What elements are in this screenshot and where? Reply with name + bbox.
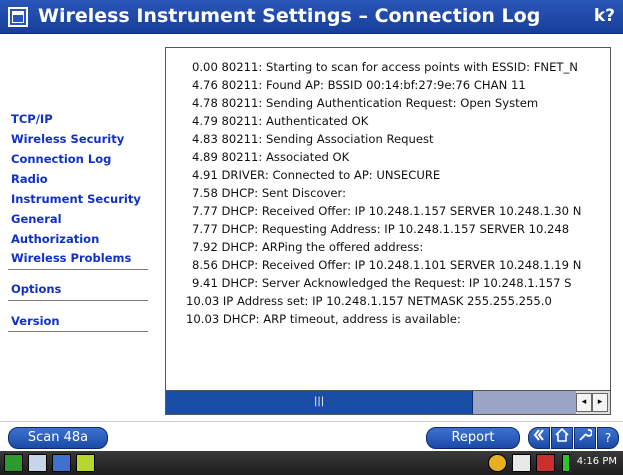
log-line: 7.92 DHCP: ARPing the offered address: [192, 240, 424, 254]
scrollbar-track[interactable] [473, 391, 576, 414]
scrollbar-grip-icon: ||| [314, 396, 325, 407]
sidebar-item-wireless-problems[interactable]: Wireless Problems [11, 251, 131, 265]
sidebar-divider [8, 300, 148, 301]
volume-icon[interactable] [536, 454, 555, 472]
wrench-icon [579, 429, 593, 441]
connection-log-text[interactable]: 0.00 80211: Starting to scan for access … [166, 48, 610, 390]
log-line: 4.91 DRIVER: Connected to AP: UNSECURE [192, 168, 441, 182]
report-button[interactable]: Report [426, 427, 520, 449]
keyboard-icon[interactable] [28, 454, 47, 472]
window-title: Wireless Instrument Settings – Connectio… [38, 5, 541, 27]
scroll-right-button[interactable]: ▸ [592, 393, 608, 412]
sidebar-item-instrument-security[interactable]: Instrument Security [11, 192, 141, 206]
network-status-icon[interactable] [488, 454, 507, 472]
context-help-icon[interactable]: k? [594, 6, 615, 26]
scroll-left-button[interactable]: ◂ [576, 393, 592, 412]
help-button[interactable]: ? [597, 427, 619, 449]
home-button[interactable] [551, 427, 573, 449]
log-line: 8.56 DHCP: Received Offer: IP 10.248.1.1… [192, 258, 582, 272]
log-line: 0.00 80211: Starting to scan for access … [192, 60, 578, 74]
sidebar-item-general[interactable]: General [11, 212, 62, 226]
sidebar-item-wireless-security[interactable]: Wireless Security [11, 132, 124, 146]
log-line: 4.78 80211: Sending Authentication Reque… [192, 96, 539, 110]
log-line: 7.77 DHCP: Requesting Address: IP 10.248… [192, 222, 570, 236]
log-line: 7.77 DHCP: Received Offer: IP 10.248.1.1… [192, 204, 582, 218]
log-line: 4.83 80211: Sending Association Request [192, 132, 434, 146]
back-arrows-icon [533, 429, 544, 441]
log-line: 4.89 80211: Associated OK [192, 150, 350, 164]
sidebar-item-tcp-ip[interactable]: TCP/IP [11, 112, 53, 126]
battery-icon [562, 454, 570, 472]
taskbar: 4:16 PM [0, 451, 623, 475]
connection-log-panel: 0.00 80211: Starting to scan for access … [165, 47, 611, 415]
sidebar-item-radio[interactable]: Radio [11, 172, 48, 186]
title-bar: Wireless Instrument Settings – Connectio… [0, 0, 623, 34]
home-icon [555, 427, 569, 442]
sidebar-item-version[interactable]: Version [11, 314, 60, 328]
scrollbar-thumb[interactable]: ||| [166, 391, 473, 414]
log-line: 4.76 80211: Found AP: BSSID 00:14:bf:27:… [192, 78, 526, 92]
sidebar-item-connection-log[interactable]: Connection Log [11, 152, 111, 166]
clipboard-icon[interactable] [512, 454, 531, 472]
sidebar-divider [8, 269, 148, 270]
sidebar: TCP/IP Wireless Security Connection Log … [0, 34, 160, 421]
window-icon [8, 7, 28, 27]
log-line: 10.03 IP Address set: IP 10.248.1.157 NE… [186, 294, 552, 308]
window-switch-icon[interactable] [52, 454, 71, 472]
log-line: 10.03 DHCP: ARP timeout, address is avai… [186, 312, 461, 326]
log-line: 9.41 DHCP: Server Acknowledged the Reque… [192, 276, 572, 290]
settings-button[interactable] [574, 427, 596, 449]
app-icon[interactable] [76, 454, 95, 472]
sidebar-divider [8, 331, 148, 332]
log-line: 7.58 DHCP: Sent Discover: [192, 186, 347, 200]
start-menu-icon[interactable] [4, 454, 23, 472]
clock: 4:16 PM [576, 456, 617, 467]
log-line: 4.79 80211: Authenticated OK [192, 114, 369, 128]
button-bar: Scan 48a Report ? [0, 421, 623, 451]
sidebar-item-options[interactable]: Options [11, 282, 61, 296]
horizontal-scrollbar[interactable]: ||| ◂ ▸ [166, 390, 610, 414]
question-mark-icon: ? [604, 431, 612, 445]
scan-button[interactable]: Scan 48a [8, 427, 108, 449]
sidebar-item-authorization[interactable]: Authorization [11, 232, 99, 246]
back-button[interactable] [528, 427, 550, 449]
